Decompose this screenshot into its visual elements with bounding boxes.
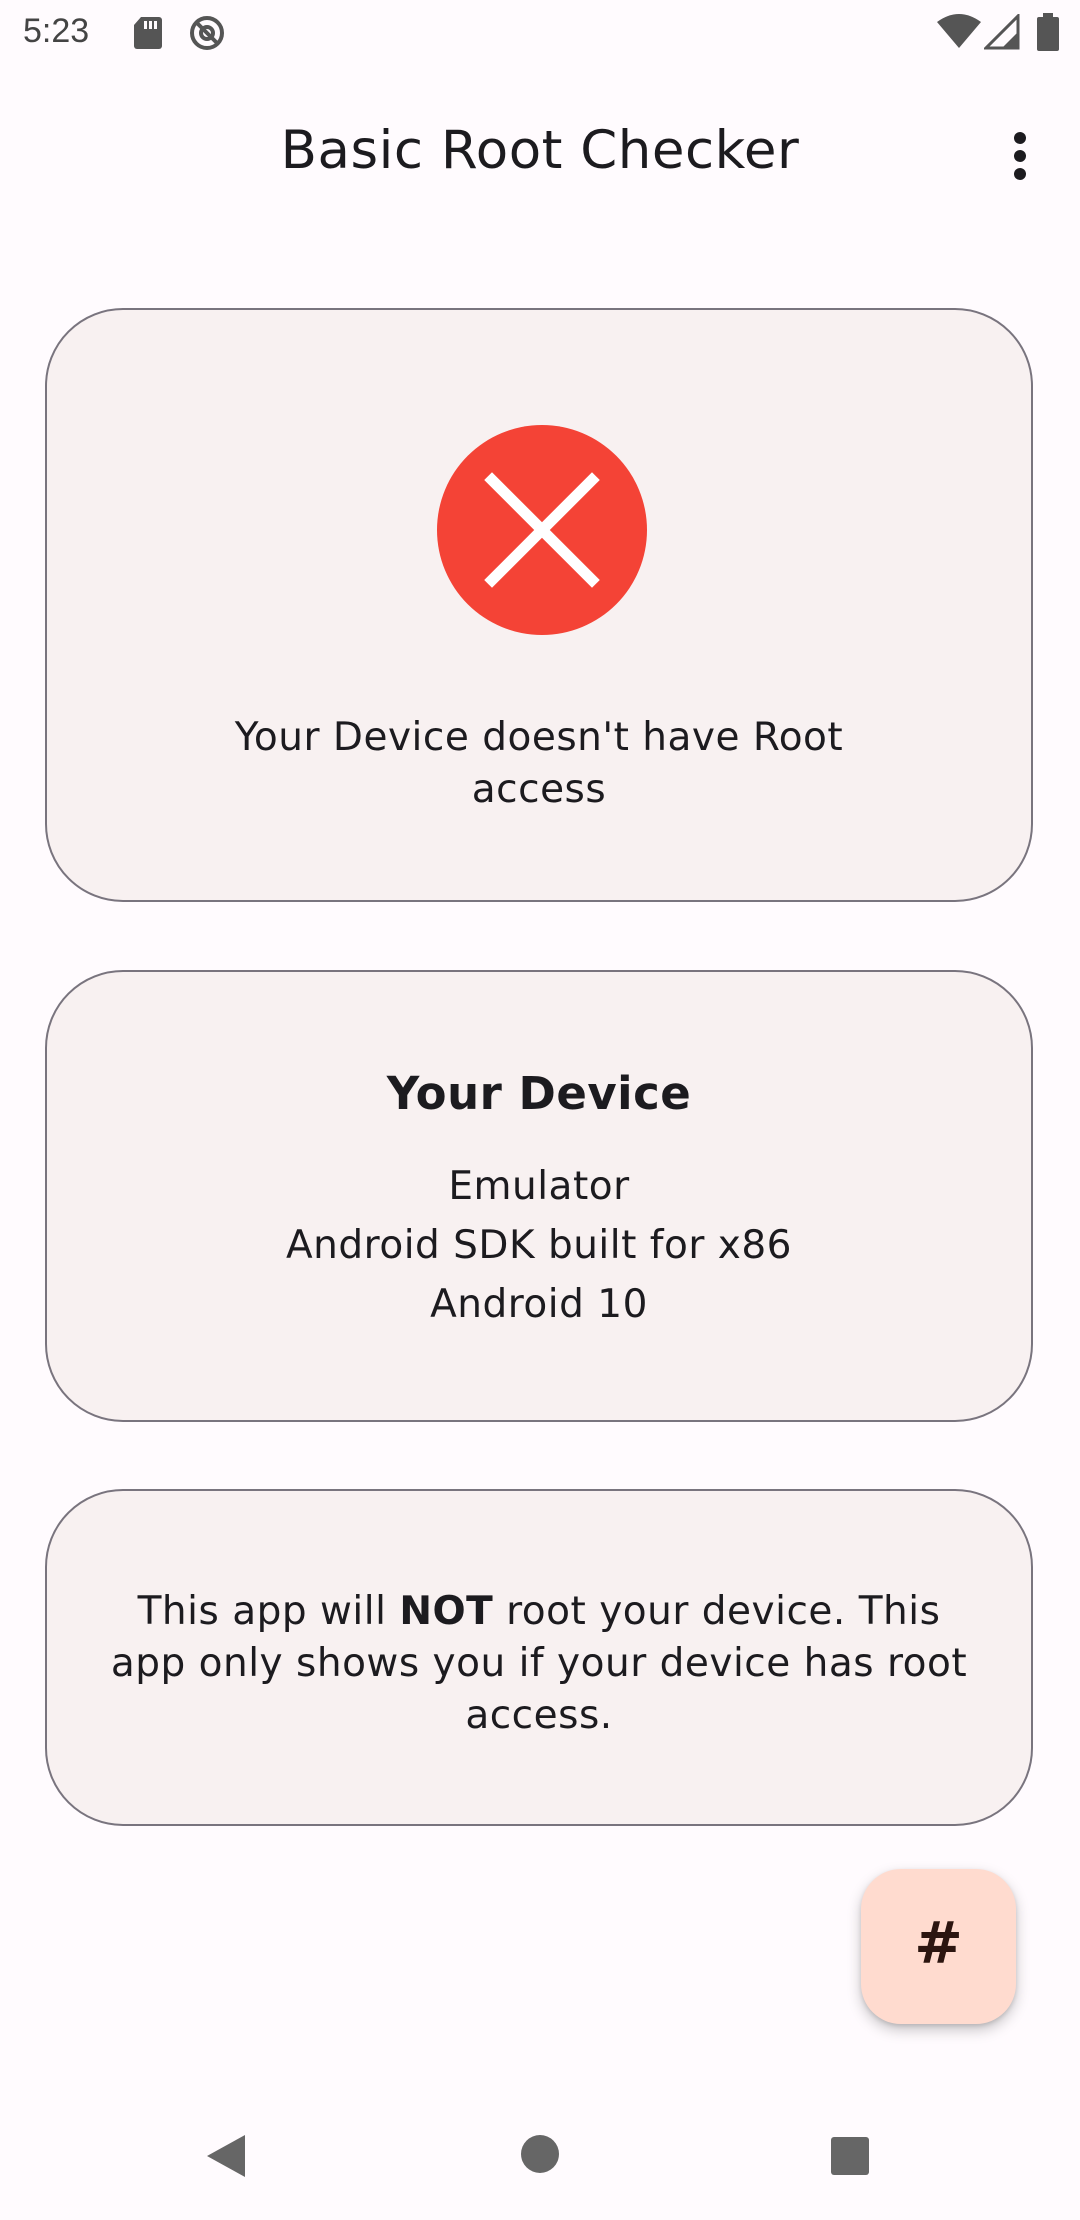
error-x-icon (437, 425, 647, 635)
disclaimer-card: This app will NOT root your device. This… (45, 1489, 1033, 1826)
sd-card-icon (134, 17, 162, 49)
status-time: 5:23 (23, 12, 90, 50)
disclaimer-emphasis: NOT (399, 1589, 494, 1634)
disclaimer-text: This app will NOT root your device. This… (107, 1586, 971, 1742)
recents-icon[interactable] (830, 2136, 870, 2176)
navigation-bar (0, 2090, 1080, 2220)
top-app-bar: Basic Root Checker (0, 66, 1080, 242)
status-bar: 5:23 (0, 0, 1080, 66)
device-heading: Your Device (386, 1067, 692, 1120)
app-title: Basic Root Checker (280, 120, 800, 181)
device-type: Emulator (448, 1164, 630, 1209)
hashtag-icon: # (914, 1909, 963, 1977)
device-model: Android SDK built for x86 (286, 1223, 792, 1268)
os-version: Android 10 (430, 1282, 648, 1327)
battery-icon (1037, 13, 1059, 51)
hashtag-fab-button[interactable]: # (861, 1869, 1016, 2024)
wifi-icon (937, 14, 981, 48)
home-icon[interactable] (520, 2134, 560, 2174)
more-options-button[interactable] (990, 126, 1050, 186)
more-vert-icon (1014, 132, 1026, 180)
no-tracking-icon (190, 16, 224, 50)
device-info-card: Your Device Emulator Android SDK built f… (45, 970, 1033, 1422)
root-status-card: Your Device doesn't have Root access (45, 308, 1033, 902)
signal-icon (984, 14, 1020, 50)
back-icon[interactable] (203, 2133, 247, 2179)
root-status-message: Your Device doesn't have Root access (234, 715, 844, 812)
disclaimer-prefix: This app will (137, 1589, 400, 1634)
